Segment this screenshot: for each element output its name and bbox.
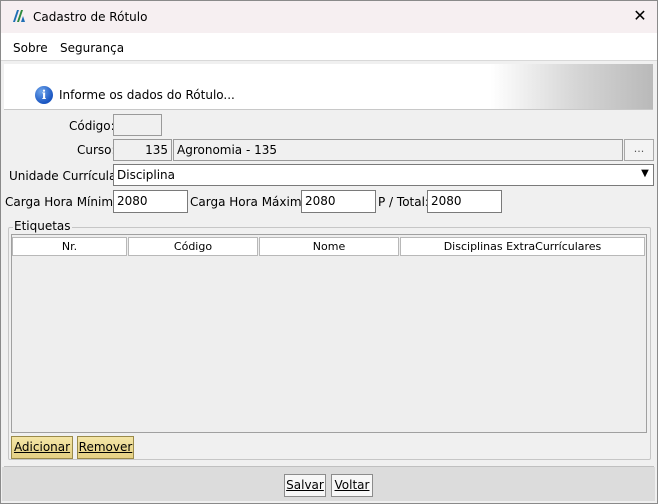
codigo-label: Código: (69, 119, 115, 133)
close-button[interactable]: ✕ (628, 5, 652, 27)
curso-lookup-button[interactable]: ... (624, 139, 654, 161)
ptotal-input[interactable]: 2080 (427, 190, 502, 213)
banner-text: Informe os dados do Rótulo... (59, 88, 235, 102)
codigo-field (113, 114, 162, 136)
info-banner (4, 64, 653, 110)
app-logo-icon (13, 10, 25, 22)
chevron-down-icon[interactable]: ▼ (639, 167, 651, 181)
window-title: Cadastro de Rótulo (33, 10, 148, 24)
ch-max-input[interactable]: 2080 (301, 190, 376, 213)
save-button[interactable]: Salvar (284, 474, 326, 497)
unidade-label: Unidade Currícular: (9, 169, 126, 183)
column-header-nr[interactable]: Nr. (12, 237, 127, 256)
curso-label: Curso: (77, 143, 116, 157)
unidade-select[interactable]: Disciplina (113, 164, 654, 186)
ch-max-label: Carga Hora Máxima: (190, 195, 313, 209)
add-button[interactable]: Adicionar (11, 436, 73, 459)
curso-name-field: Agronomia - 135 (173, 139, 623, 161)
column-header-codigo[interactable]: Código (128, 237, 258, 256)
ch-min-input[interactable]: 2080 (113, 190, 188, 213)
footer-bar (2, 467, 655, 501)
etiquetas-title: Etiquetas (13, 219, 72, 233)
remove-button[interactable]: Remover (77, 436, 134, 459)
curso-code-field: 135 (113, 139, 172, 161)
ch-min-label: Carga Hora Mínima: (5, 195, 125, 209)
ptotal-label: P / Total: (378, 195, 429, 209)
column-header-extracurriculares[interactable]: Disciplinas ExtraCurrículares (400, 237, 645, 256)
menu-sobre[interactable]: Sobre (13, 41, 48, 55)
info-icon: i (35, 86, 53, 104)
etiquetas-table[interactable] (11, 234, 647, 433)
back-button[interactable]: Voltar (331, 474, 373, 497)
menu-seguranca[interactable]: Segurança (60, 41, 124, 55)
column-header-nome[interactable]: Nome (259, 237, 399, 256)
